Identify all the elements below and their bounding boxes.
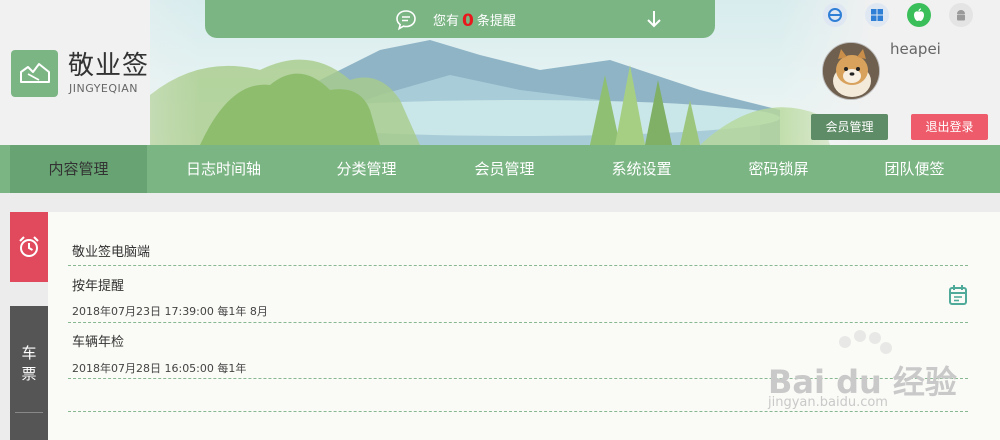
divider bbox=[68, 322, 968, 323]
logo-icon bbox=[20, 63, 50, 83]
nav-system-settings[interactable]: 系统设置 bbox=[573, 145, 710, 193]
section-title: 敬业签电脑端 bbox=[72, 245, 151, 260]
brand-pinyin: JINGYEQIAN bbox=[69, 82, 139, 95]
header: 您有 0 条提醒 敬业签 JINGYEQIAN heapei 会员管理 退出登录 bbox=[0, 0, 1000, 145]
divider bbox=[68, 411, 968, 412]
item-2-title[interactable]: 车辆年检 bbox=[72, 331, 124, 350]
reminder-bar[interactable]: 您有 0 条提醒 bbox=[205, 0, 715, 38]
reminder-text: 您有 0 条提醒 bbox=[433, 10, 516, 31]
nav-category-management[interactable]: 分类管理 bbox=[298, 145, 435, 193]
ie-icon[interactable] bbox=[823, 3, 847, 27]
tab-divider bbox=[15, 412, 43, 413]
reminder-suffix: 条提醒 bbox=[476, 14, 516, 29]
alarm-clock-icon bbox=[19, 236, 39, 257]
nav-log-timeline[interactable]: 日志时间轴 bbox=[155, 145, 292, 193]
nav-team-notes[interactable]: 团队便签 bbox=[846, 145, 983, 193]
nav-password-lock[interactable]: 密码锁屏 bbox=[710, 145, 847, 193]
windows-icon[interactable] bbox=[865, 3, 889, 27]
platform-links bbox=[823, 3, 973, 27]
username: heapei bbox=[890, 40, 941, 58]
divider bbox=[68, 265, 968, 266]
nav-content-management[interactable]: 内容管理 bbox=[10, 145, 147, 193]
logo[interactable] bbox=[11, 50, 58, 97]
arrow-down-icon[interactable] bbox=[644, 9, 664, 29]
item-1-title[interactable]: 按年提醒 bbox=[72, 275, 124, 294]
tab-car-label-1: 车 bbox=[21, 344, 37, 362]
reminder-count: 0 bbox=[462, 11, 474, 31]
tab-reminder[interactable] bbox=[10, 212, 48, 282]
nav-member-management[interactable]: 会员管理 bbox=[436, 145, 573, 193]
logout-button[interactable]: 退出登录 bbox=[911, 114, 988, 140]
tab-car-ticket[interactable]: 车 票 bbox=[10, 306, 48, 440]
brand-name: 敬业签 bbox=[68, 51, 150, 81]
reminder-prefix: 您有 bbox=[433, 14, 460, 29]
watermark-url: jingyan.baidu.com bbox=[768, 395, 888, 410]
item-2-meta: 2018年07月28日 16:05:00 每1年 bbox=[72, 362, 247, 375]
calendar-icon[interactable] bbox=[948, 284, 968, 306]
main-nav: 内容管理 日志时间轴 分类管理 会员管理 系统设置 密码锁屏 团队便签 bbox=[0, 145, 1000, 193]
message-bubble-icon bbox=[396, 10, 416, 31]
android-icon[interactable] bbox=[949, 3, 973, 27]
tab-car-label-2: 票 bbox=[21, 365, 37, 383]
item-1-meta: 2018年07月23日 17:39:00 每1年 8月 bbox=[72, 305, 268, 318]
member-management-button[interactable]: 会员管理 bbox=[811, 114, 888, 140]
avatar[interactable] bbox=[822, 42, 880, 100]
apple-icon[interactable] bbox=[907, 3, 931, 27]
